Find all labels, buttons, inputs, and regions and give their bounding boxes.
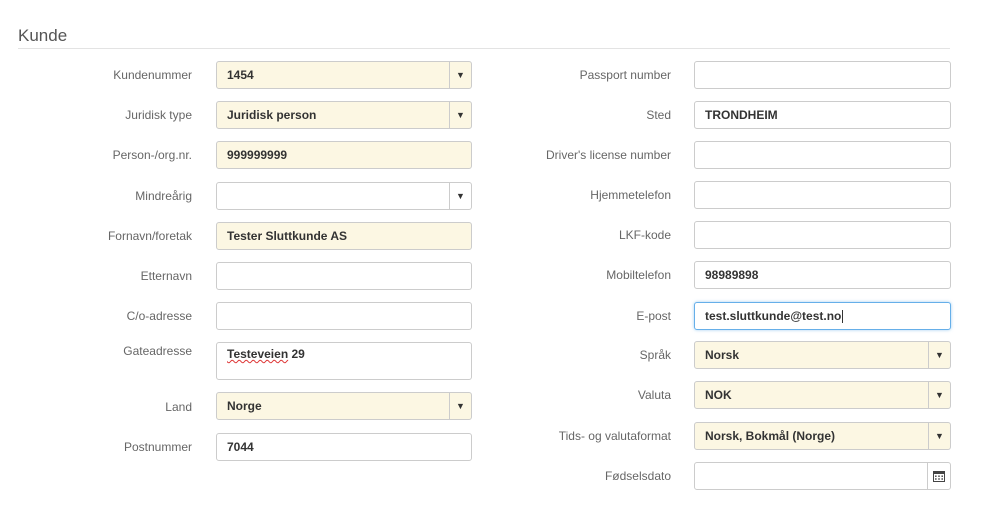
caret-down-icon[interactable]: ▼ (449, 183, 471, 209)
juridisk-type-select[interactable]: Juridisk person ▼ (216, 101, 472, 129)
land-label: Land (165, 400, 192, 414)
valuta-value: NOK (705, 388, 732, 402)
tidsformat-select[interactable]: Norsk, Bokmål (Norge) ▼ (694, 422, 951, 450)
etternavn-label: Etternavn (140, 269, 192, 283)
caret-down-icon[interactable]: ▼ (928, 423, 950, 449)
co-adresse-input[interactable] (216, 302, 472, 330)
gateadresse-rest: 29 (288, 347, 305, 361)
passport-input[interactable] (694, 61, 951, 89)
etternavn-input[interactable] (216, 262, 472, 290)
hjemmetelefon-label: Hjemmetelefon (590, 188, 671, 202)
fodselsdato-label: Fødselsdato (604, 469, 671, 483)
juridisk-type-label: Juridisk type (125, 108, 192, 122)
gateadresse-word1: Testeveien (227, 347, 289, 361)
sted-input[interactable]: TRONDHEIM (694, 101, 951, 129)
fornavn-input[interactable]: Tester Sluttkunde AS (216, 222, 472, 250)
mobiltelefon-label: Mobiltelefon (606, 268, 671, 282)
section-divider (18, 48, 950, 49)
postnummer-label: Postnummer (123, 440, 192, 454)
tidsformat-label: Tids- og valutaformat (558, 429, 671, 443)
caret-down-icon[interactable]: ▼ (449, 393, 471, 419)
mindrearig-select[interactable]: ▼ (216, 182, 472, 210)
mobiltelefon-input[interactable]: 98989898 (694, 261, 951, 289)
lkf-kode-input[interactable] (694, 221, 951, 249)
caret-down-icon[interactable]: ▼ (449, 102, 471, 128)
sted-label: Sted (646, 108, 671, 122)
gateadresse-textarea[interactable]: Testeveien 29 (216, 342, 472, 380)
caret-down-icon[interactable]: ▼ (928, 342, 950, 368)
hjemmetelefon-input[interactable] (694, 181, 951, 209)
caret-down-icon[interactable]: ▼ (449, 62, 471, 88)
calendar-icon[interactable] (927, 463, 950, 489)
valuta-select[interactable]: NOK ▼ (694, 381, 951, 409)
co-adresse-label: C/o-adresse (126, 309, 192, 323)
gateadresse-label: Gateadresse (123, 344, 192, 358)
juridisk-type-value: Juridisk person (227, 108, 317, 122)
section-title: Kunde (18, 26, 68, 45)
passport-label: Passport number (579, 68, 671, 82)
sprak-label: Språk (639, 348, 671, 362)
land-select[interactable]: Norge ▼ (216, 392, 472, 420)
text-cursor (842, 310, 844, 324)
person-org-label: Person-/org.nr. (112, 148, 192, 162)
drivers-license-input[interactable] (694, 141, 951, 169)
tidsformat-value: Norsk, Bokmål (Norge) (705, 429, 836, 443)
sprak-select[interactable]: Norsk ▼ (694, 341, 951, 369)
epost-label: E-post (636, 309, 671, 323)
lkf-kode-label: LKF-kode (618, 228, 671, 242)
caret-down-icon[interactable]: ▼ (928, 382, 950, 408)
drivers-license-label: Driver's license number (546, 148, 671, 162)
epost-input[interactable]: test.sluttkunde@test.no (694, 302, 951, 330)
epost-value: test.sluttkunde@test.no (705, 309, 842, 323)
valuta-label: Valuta (637, 388, 671, 402)
land-value: Norge (227, 399, 262, 413)
fornavn-label: Fornavn/foretak (107, 229, 192, 243)
fodselsdato-input[interactable] (694, 462, 951, 490)
mindrearig-label: Mindreårig (135, 189, 192, 203)
kundenummer-label: Kundenummer (113, 68, 192, 82)
postnummer-input[interactable]: 7044 (216, 433, 472, 461)
kundenummer-value: 1454 (227, 68, 254, 82)
kundenummer-select[interactable]: 1454 ▼ (216, 61, 472, 89)
person-org-input[interactable]: 999999999 (216, 141, 472, 169)
sprak-value: Norsk (705, 348, 740, 362)
